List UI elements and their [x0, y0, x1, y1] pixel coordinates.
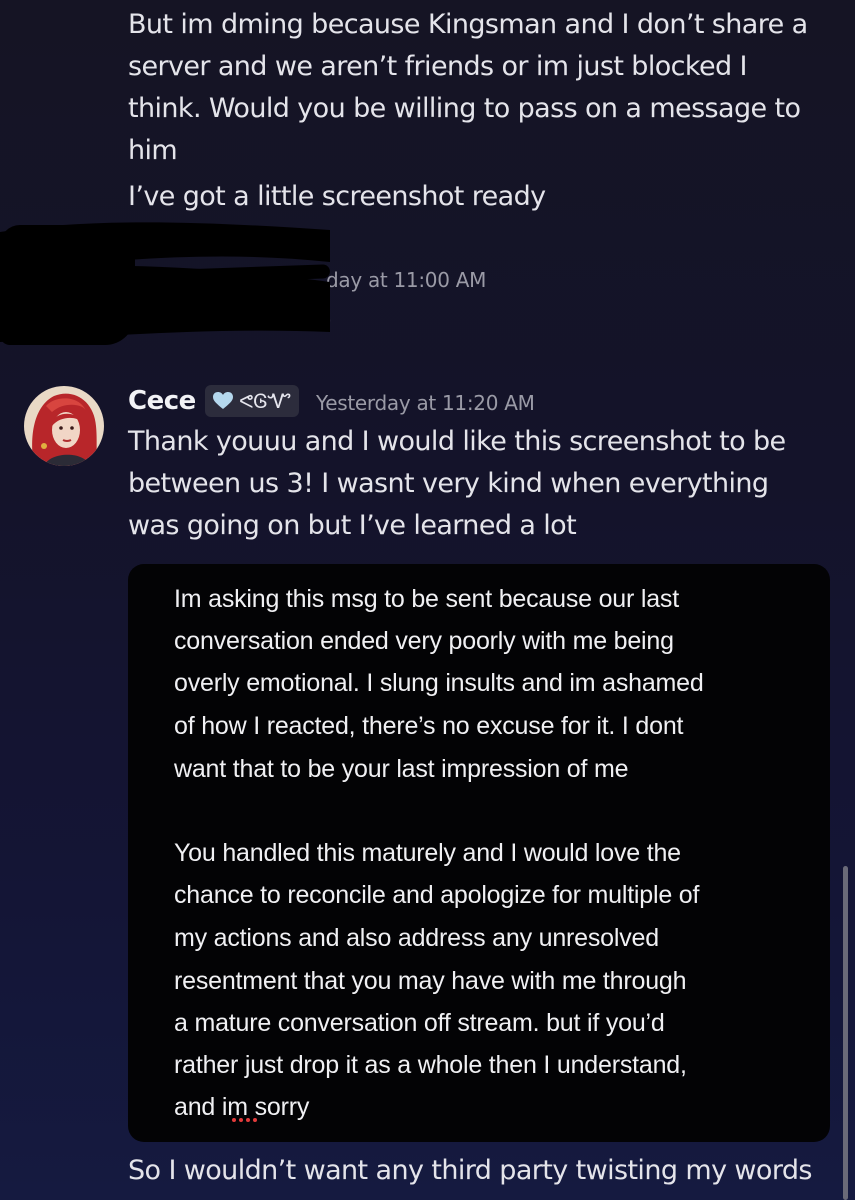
message-line: So I wouldn’t want any third party twist…: [128, 1155, 812, 1186]
message-line: him: [128, 135, 178, 166]
message-line: was going on but I’ve learned a lot: [128, 510, 577, 541]
user-tag[interactable]: ᕙᎶᏉ: [205, 385, 300, 417]
message-line: But im dming because Kingsman and I don’…: [128, 9, 808, 40]
attachment-text-line: overly emotional. I slung insults and im…: [174, 669, 704, 697]
attachment-text-line: of how I reacted, there’s no excuse for …: [174, 712, 684, 740]
redaction-stroke: [130, 278, 295, 288]
attachment-text-line: Im asking this msg to be sent because ou…: [174, 585, 679, 613]
avatar[interactable]: [24, 386, 104, 466]
message-timestamp: Yesterday at 11:20 AM: [316, 391, 535, 415]
user-tag-text: ᕙᎶᏉ: [239, 389, 292, 413]
attachment-text-line: my actions and also address any unresolv…: [174, 924, 659, 952]
scrollbar-thumb[interactable]: [843, 866, 848, 1200]
attachment-text-line: want that to be your last impression of …: [174, 755, 629, 783]
attachment-text-line: conversation ended very poorly with me b…: [174, 627, 674, 655]
attachment-text-line: chance to reconcile and apologize for mu…: [174, 881, 700, 909]
message-line: between us 3! I wasnt very kind when eve…: [128, 468, 769, 499]
message-line: think. Would you be willing to pass on a…: [128, 93, 801, 124]
attachment-text-line: You handled this maturely and I would lo…: [174, 839, 681, 867]
message-line: server and we aren’t friends or im just …: [128, 51, 747, 82]
message-timestamp: day at 11:00 AM: [326, 268, 487, 292]
attachment-text-line: a mature conversation off stream. but if…: [174, 1009, 665, 1037]
username[interactable]: Cece: [128, 384, 196, 418]
message-line: Thank youuu and I would like this screen…: [128, 426, 786, 457]
heart-badge-icon: [213, 392, 233, 409]
spellcheck-underline: [232, 1118, 257, 1122]
attachment-text-line: resentment that you may have with me thr…: [174, 967, 687, 995]
attachment-text-line: rather just drop it as a whole then I un…: [174, 1051, 687, 1079]
